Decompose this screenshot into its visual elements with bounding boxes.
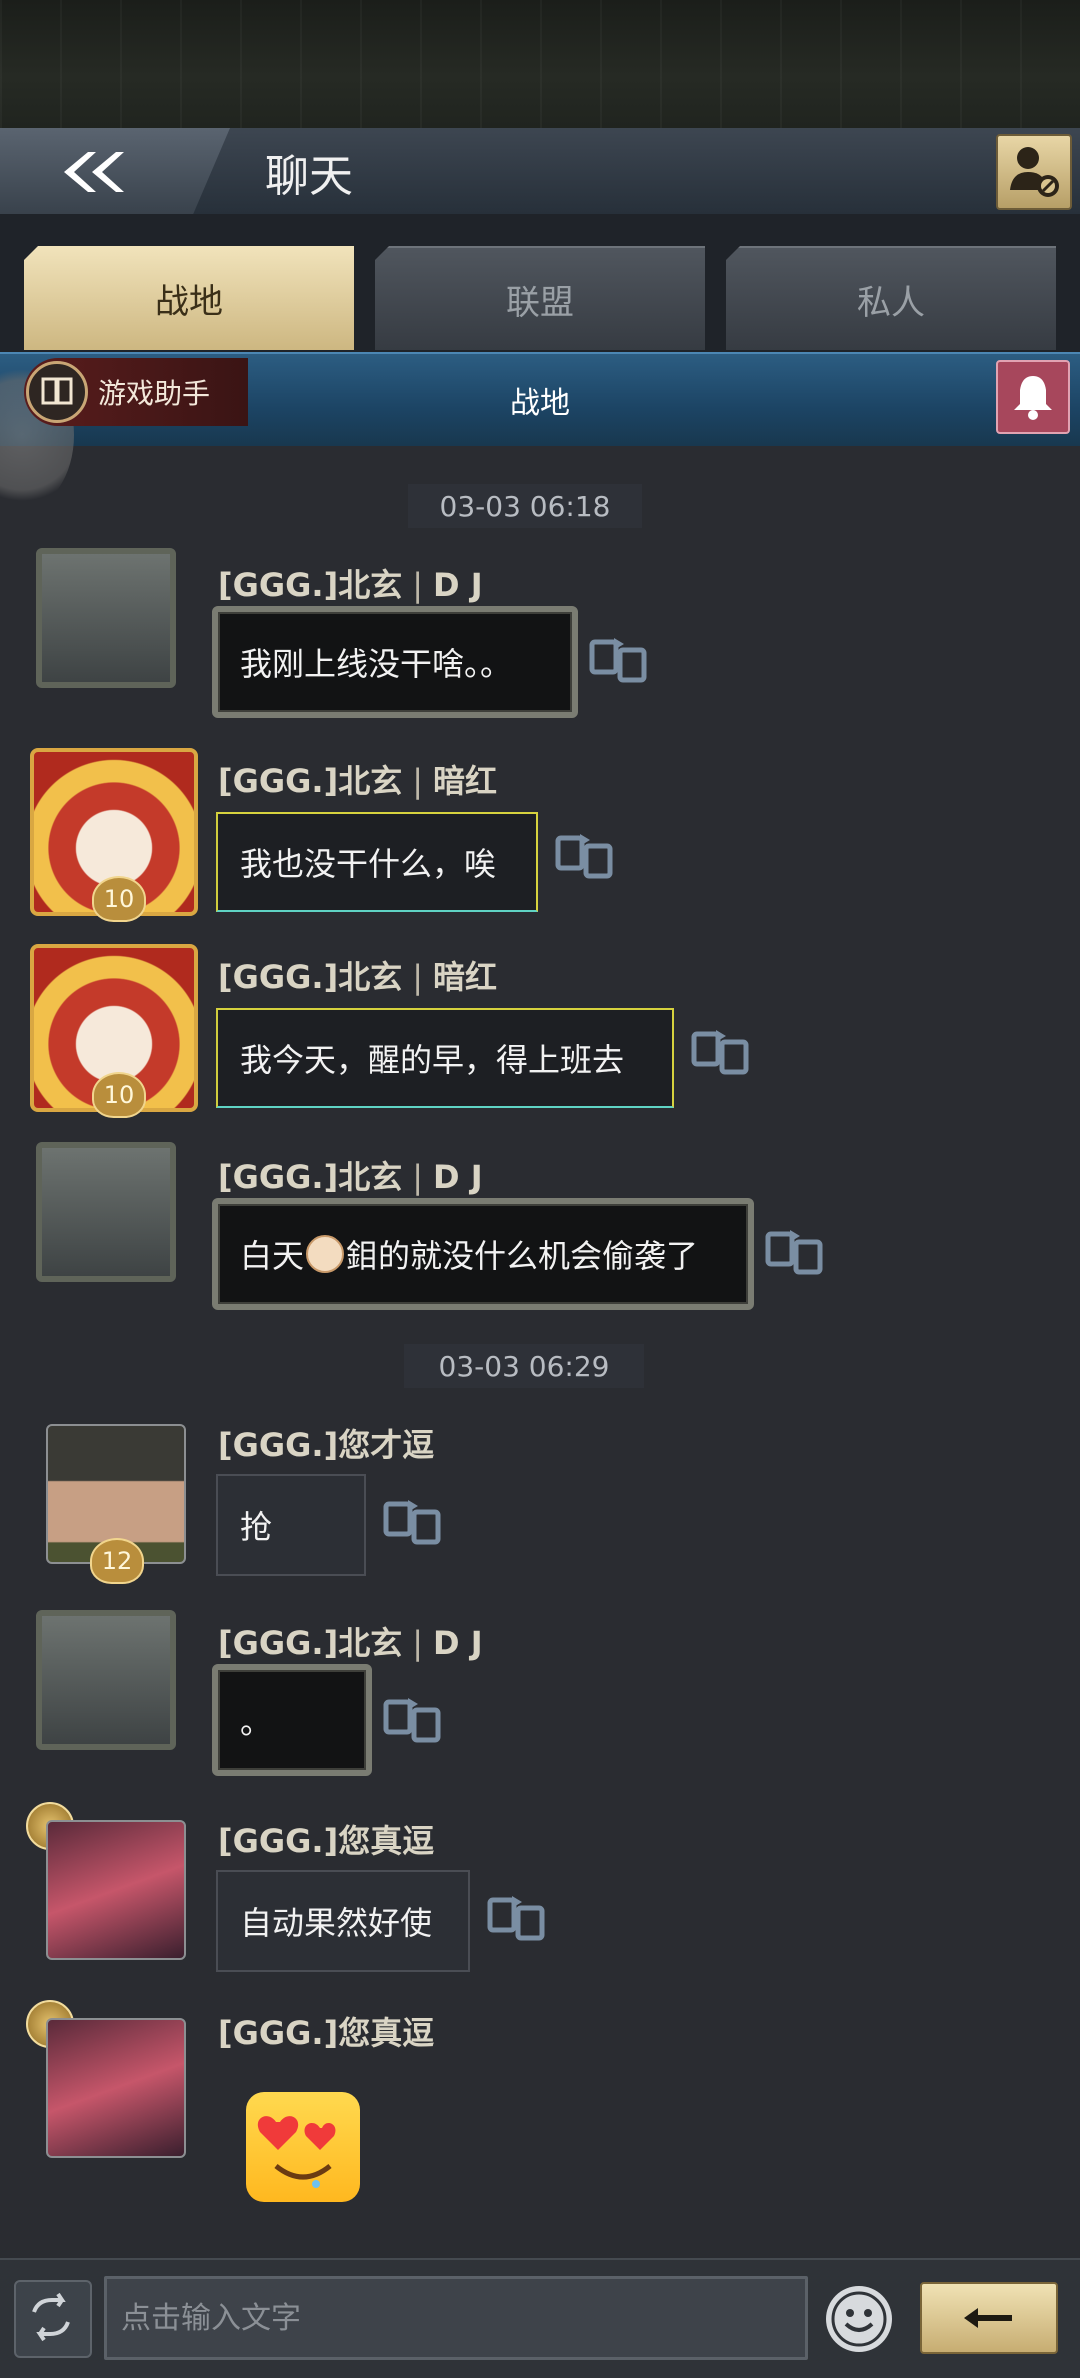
sender-name: [GGG.]北玄 | D J: [218, 560, 483, 606]
translate-icon[interactable]: [586, 634, 650, 688]
level-badge: 10: [92, 876, 146, 922]
sender-name: [GGG.]您真逗: [218, 2008, 434, 2054]
player-title: 暗红: [433, 762, 498, 800]
alliance-tag: [GGG.]: [218, 566, 339, 604]
name-separator: |: [412, 1624, 423, 1662]
name-separator: |: [412, 566, 423, 604]
message-bubble[interactable]: 我今天，醒的早，得上班去: [216, 1008, 674, 1108]
timestamp: 03-03 06:29: [404, 1344, 644, 1388]
tab-battlefield[interactable]: 战地: [24, 246, 354, 350]
sender-name: [GGG.]北玄 | 暗红: [218, 756, 497, 802]
player-name: 您真逗: [338, 2014, 435, 2052]
player-title: D J: [433, 1624, 483, 1662]
player-name: 您才逗: [338, 1426, 435, 1464]
translate-icon[interactable]: [762, 1226, 826, 1280]
player-name: 北玄: [338, 762, 403, 800]
player-title: D J: [433, 566, 483, 604]
alliance-tag: [GGG.]: [218, 762, 339, 800]
alliance-tag: [GGG.]: [218, 1822, 339, 1860]
name-separator: |: [412, 1158, 423, 1196]
avatar[interactable]: [36, 1610, 176, 1750]
chat-input[interactable]: [104, 2276, 808, 2360]
sender-name: [GGG.]北玄 | D J: [218, 1152, 483, 1198]
player-title: D J: [433, 1158, 483, 1196]
emoji-button[interactable]: [826, 2286, 892, 2352]
message-text-start: 白天: [240, 1237, 305, 1275]
refresh-switch-icon: [32, 2292, 70, 2342]
message-text: 自动果然好使: [240, 1904, 433, 1942]
switch-channel-button[interactable]: [14, 2280, 92, 2358]
message-bubble[interactable]: 抢: [216, 1474, 366, 1576]
heart-eyes-sticker-icon[interactable]: [246, 2092, 360, 2202]
alliance-tag: [GGG.]: [218, 1426, 339, 1464]
top-banner: [0, 0, 1080, 128]
level-badge: 12: [90, 1538, 144, 1584]
translate-icon[interactable]: [688, 1026, 752, 1080]
double-chevron-left-icon: [64, 152, 124, 192]
level-badge: 10: [92, 1072, 146, 1118]
message-text: 抢: [240, 1508, 273, 1546]
translate-icon[interactable]: [380, 1496, 444, 1550]
avatar[interactable]: [46, 2018, 186, 2158]
message-bubble[interactable]: 白天 鉬的就没什么机会偷袭了: [212, 1198, 754, 1310]
enter-arrow-icon: [964, 2308, 1012, 2328]
sender-name: [GGG.]您才逗: [218, 1420, 434, 1466]
message-bubble[interactable]: 我刚上线没干啥。。: [212, 606, 578, 718]
message-bubble[interactable]: 。: [212, 1664, 372, 1776]
name-separator: |: [412, 762, 423, 800]
sender-name: [GGG.]您真逗: [218, 1816, 434, 1862]
page-title: 聊天: [265, 151, 353, 202]
back-button[interactable]: [0, 128, 230, 214]
sender-name: [GGG.]北玄 | 暗红: [218, 952, 497, 998]
alliance-tag: [GGG.]: [218, 958, 339, 996]
smiley-icon: [831, 2291, 887, 2347]
timestamp: 03-03 06:18: [408, 484, 642, 528]
dog-face-emoji-icon: [306, 1235, 345, 1273]
player-name: 北玄: [338, 566, 403, 604]
tab-alliance[interactable]: 联盟: [375, 246, 705, 350]
message-text: 我也没干什么，唉: [240, 845, 497, 883]
send-button[interactable]: [920, 2282, 1058, 2354]
name-separator: |: [412, 958, 423, 996]
player-name: 北玄: [338, 958, 403, 996]
alliance-tag: [GGG.]: [218, 1158, 339, 1196]
block-list-button[interactable]: [996, 134, 1072, 210]
avatar[interactable]: [46, 1820, 186, 1960]
alliance-tag: [GGG.]: [218, 1624, 339, 1662]
notification-bell-button[interactable]: [996, 360, 1070, 434]
message-text: 我刚上线没干啥。。: [240, 645, 513, 683]
bell-icon: [1014, 376, 1052, 420]
channel-title: 战地: [510, 386, 570, 421]
user-block-icon: [1010, 147, 1059, 197]
sender-name: [GGG.]北玄 | D J: [218, 1618, 483, 1664]
translate-icon[interactable]: [484, 1892, 548, 1946]
player-name: 北玄: [338, 1624, 403, 1662]
player-name: 北玄: [338, 1158, 403, 1196]
message-bubble[interactable]: 我也没干什么，唉: [216, 812, 538, 912]
player-title: 暗红: [433, 958, 498, 996]
alliance-tag: [GGG.]: [218, 2014, 339, 2052]
translate-icon[interactable]: [552, 830, 616, 884]
message-bubble[interactable]: 自动果然好使: [216, 1870, 470, 1972]
avatar[interactable]: [36, 1142, 176, 1282]
translate-icon[interactable]: [380, 1694, 444, 1748]
player-name: 您真逗: [338, 1822, 435, 1860]
message-text: 我今天，醒的早，得上班去: [240, 1041, 625, 1079]
tab-private[interactable]: 私人: [726, 246, 1056, 350]
message-text: 。: [240, 1703, 273, 1741]
message-text-end: 鉬的就没什么机会偷袭了: [346, 1237, 699, 1275]
avatar[interactable]: [36, 548, 176, 688]
